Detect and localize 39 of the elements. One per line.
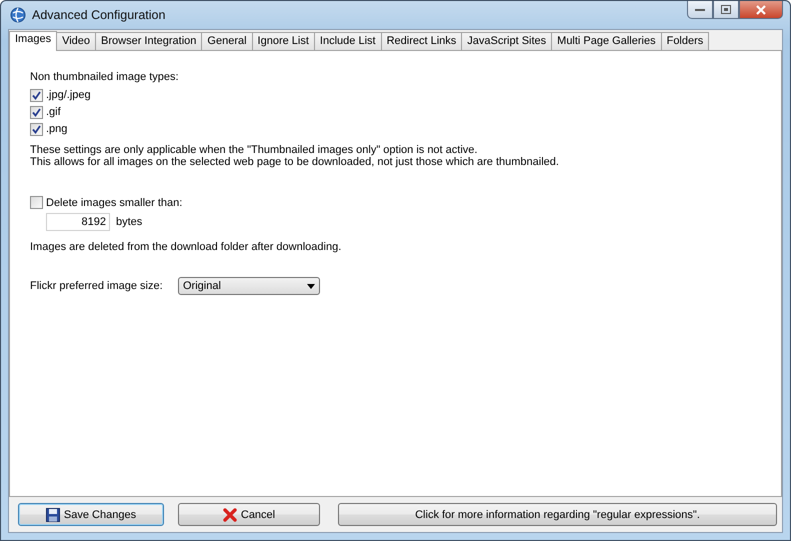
tab[interactable]: Multi Page Galleries <box>551 32 662 50</box>
image-size-dropdown[interactable]: Original <box>178 277 320 295</box>
tab[interactable]: Folders <box>660 32 710 50</box>
cancel-button[interactable]: Cancel <box>178 503 320 526</box>
checkbox[interactable] <box>30 196 43 209</box>
cross-icon <box>222 508 237 522</box>
save-button[interactable]: Save Changes <box>18 503 164 526</box>
maximize-button[interactable] <box>713 1 739 19</box>
note-text: This allows for all images on the selected web page to be downloaded, not just those which are thumbnailed. <box>30 156 560 168</box>
checkbox-label: .png <box>46 123 68 135</box>
tab[interactable]: Images <box>9 31 58 51</box>
checkbox[interactable] <box>30 122 43 136</box>
window-title: Advanced Configuration <box>32 8 166 22</box>
maximize-icon <box>721 5 731 14</box>
info-button[interactable]: Click for more information regarding "regular expressions". <box>338 503 777 526</box>
tab[interactable]: General <box>201 32 253 50</box>
globe-icon <box>10 7 26 23</box>
note-text: These settings are only applicable when the "Thumbnailed images only" option is not active. <box>30 144 478 156</box>
tab[interactable]: Ignore List <box>252 32 315 50</box>
unit-label: bytes <box>116 216 142 228</box>
minimize-button[interactable] <box>687 1 713 19</box>
minimize-icon <box>695 8 705 12</box>
tab[interactable]: Redirect Links <box>380 32 462 50</box>
checkbox-label: .jpg/.jpeg <box>46 89 91 101</box>
close-icon <box>755 4 767 14</box>
checkbox[interactable] <box>30 106 43 118</box>
checkbox-label: Delete images smaller than: <box>46 196 182 208</box>
tab[interactable]: JavaScript Sites <box>461 32 552 50</box>
checkbox-label: .gif <box>46 106 61 118</box>
info-text: Images are deleted from the download folder after downloading. <box>30 241 342 253</box>
section-label: Non thumbnailed image types: <box>30 71 180 83</box>
size-field[interactable]: 8192 <box>46 213 110 231</box>
field-label: Flickr preferred image size: <box>30 280 164 292</box>
close-button[interactable] <box>739 1 783 19</box>
checkbox[interactable] <box>30 88 43 102</box>
caret-icon <box>307 284 315 288</box>
tab[interactable]: Browser Integration <box>95 32 202 50</box>
tab[interactable]: Include List <box>314 32 382 50</box>
tab[interactable]: Video <box>56 32 96 50</box>
